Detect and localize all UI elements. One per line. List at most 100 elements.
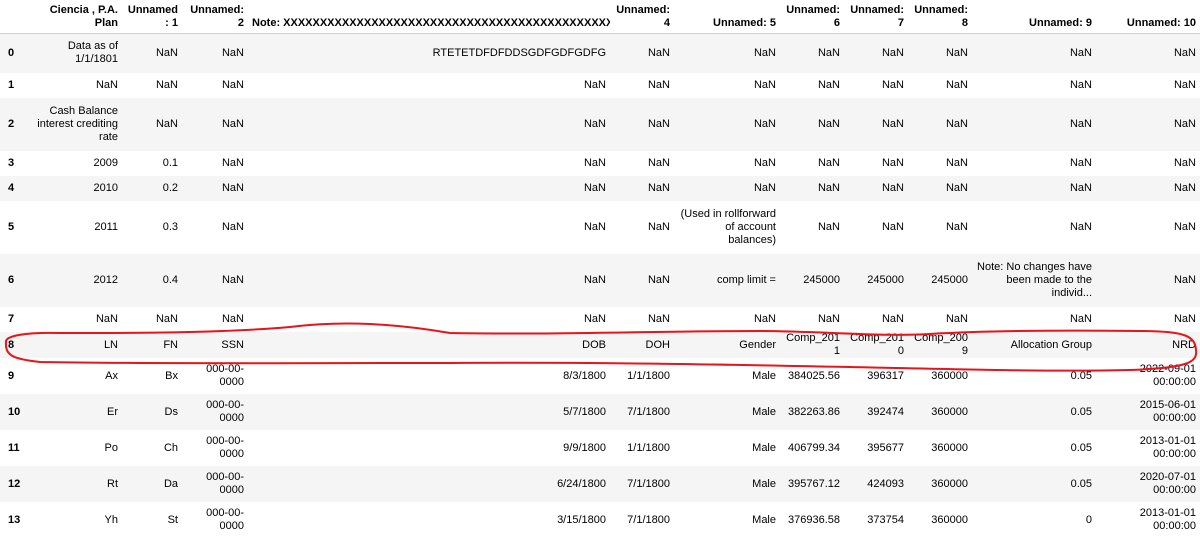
table-cell: Rt: [107, 477, 118, 490]
table-cell: 0.3: [162, 221, 178, 233]
table-cell: Allocation Group: [1010, 338, 1092, 351]
table-cell: 2013-01-01 00:00:00: [1139, 507, 1196, 532]
table-cell: 000-00-0000: [206, 471, 244, 496]
table-cell: 3/15/1800: [557, 513, 606, 526]
table-cell: DOB: [582, 338, 606, 351]
table-cell: 2020-07-01 00:00:00: [1139, 471, 1196, 496]
table-cell: 0.4: [162, 274, 178, 286]
table-cell: NaN: [945, 157, 968, 169]
table-cell: NaN: [881, 79, 904, 91]
table-cell: 245000: [867, 274, 904, 286]
table-cell: NaN: [1069, 118, 1092, 130]
table-cell: NaN: [155, 79, 178, 91]
table-cell: 7/1/1800: [627, 477, 670, 490]
table-cell: NaN: [881, 118, 904, 130]
table-cell: NaN: [753, 118, 776, 130]
table-cell: comp limit =: [717, 274, 776, 286]
table-cell: DOH: [645, 338, 670, 351]
table-cell: Comp_2011: [786, 332, 840, 357]
table-cell: NaN: [1173, 46, 1196, 59]
table-cell: NaN: [1173, 157, 1196, 169]
row-index: 7: [8, 313, 15, 325]
table-cell: 360000: [931, 405, 968, 418]
table-cell: NaN: [221, 274, 244, 286]
table-cell: NaN: [945, 118, 968, 130]
table-row: 9 Ax Bx 000-00-0000 8/3/1800 1/1/1800 Male 3840…: [0, 358, 1200, 394]
table-cell: NaN: [95, 313, 118, 325]
table-cell: 360000: [931, 369, 968, 382]
column-header: Unnamed: 1: [122, 0, 182, 34]
table-cell: NaN: [221, 221, 244, 233]
table-cell: NaN: [1069, 157, 1092, 169]
table-cell: NaN: [647, 221, 670, 233]
table-cell: NaN: [583, 118, 606, 130]
table-cell: Cash Balance interest crediting rate: [37, 105, 118, 143]
table-cell: Male: [752, 513, 776, 526]
table-cell: NaN: [95, 79, 118, 91]
column-header: Unnamed: 10: [1096, 0, 1200, 34]
table-cell: SSN: [221, 338, 244, 351]
table-cell: NaN: [1173, 274, 1196, 286]
table-cell: NaN: [647, 157, 670, 169]
table-cell: Ds: [164, 405, 178, 418]
row-index: 11: [8, 441, 20, 454]
table-cell: 0.2: [162, 182, 178, 194]
table-cell: 1/1/1800: [627, 441, 670, 454]
table-cell: Comp_2010: [850, 332, 904, 357]
header-row: Ciencia , P.A. Plan Unnamed: 1 Unnamed: 2N…: [0, 0, 1200, 34]
table-cell: 396317: [867, 369, 904, 382]
table-body: 0 Data as of 1/1/1801 NaN NaN RTETETDFDFDDSG…: [0, 33, 1200, 538]
column-header: Ciencia , P.A. Plan: [32, 0, 122, 34]
table-cell: NaN: [221, 157, 244, 169]
table-cell: Da: [163, 477, 178, 490]
table-cell: 0.05: [1070, 369, 1092, 382]
table-row: 13 Yh St 000-00-0000 3/15/1800 7/1/1800 Male 37…: [0, 502, 1200, 538]
table-cell: NaN: [583, 157, 606, 169]
table-cell: 245000: [803, 274, 840, 286]
row-index: 6: [8, 274, 15, 286]
table-cell: 360000: [931, 441, 968, 454]
row-index: 5: [8, 221, 15, 233]
table-cell: NaN: [817, 79, 840, 91]
table-cell: NaN: [155, 313, 178, 325]
table-cell: Po: [104, 441, 118, 454]
column-header: Unnamed: 9: [972, 0, 1096, 34]
table-cell: FN: [163, 338, 178, 351]
table-cell: 392474: [867, 405, 904, 418]
table-cell: NaN: [1069, 182, 1092, 194]
table-cell: NaN: [1173, 221, 1196, 233]
table-cell: NaN: [1173, 118, 1196, 130]
table-row: 6 2012 0.4 NaN NaN NaN comp limit = 245000 24500…: [0, 254, 1200, 307]
table-cell: NaN: [817, 221, 840, 233]
table-cell: NaN: [881, 157, 904, 169]
table-cell: 2011: [94, 221, 118, 233]
table-cell: 0.05: [1070, 477, 1092, 490]
table-cell: 360000: [931, 513, 968, 526]
column-header: Unnamed: 5: [674, 0, 780, 34]
table-cell: NaN: [583, 79, 606, 91]
table-cell: Comp_2009: [914, 332, 968, 357]
dataframe-table: Ciencia , P.A. Plan Unnamed: 1 Unnamed: 2N…: [0, 0, 1200, 538]
table-row: 1 NaN NaN NaN NaN NaN NaN NaN NaN NaN NaN NaN: [0, 73, 1200, 98]
table-cell: NaN: [647, 182, 670, 194]
table-cell: 0.05: [1070, 441, 1092, 454]
row-index: 4: [8, 182, 15, 194]
table-cell: NaN: [817, 118, 840, 130]
table-cell: NaN: [647, 46, 670, 59]
table-cell: NaN: [817, 46, 840, 59]
table-cell: NaN: [1173, 313, 1196, 325]
table-cell: 384025.56: [788, 369, 840, 382]
table-cell: NaN: [221, 46, 244, 59]
table-cell: NaN: [881, 221, 904, 233]
table-cell: 000-00-0000: [206, 507, 244, 532]
table-cell: NaN: [817, 182, 840, 194]
table-cell: (Used in rollforward of account balances…: [680, 208, 776, 246]
table-cell: NaN: [817, 313, 840, 325]
table-cell: NaN: [945, 313, 968, 325]
row-index: 3: [8, 157, 15, 169]
table-cell: 376936.58: [788, 513, 840, 526]
table-cell: 2022-09-01 00:00:00: [1139, 363, 1196, 388]
row-index: 13: [8, 513, 21, 526]
table-cell: Er: [107, 405, 118, 418]
table-row: 3 2009 0.1 NaN NaN NaN NaN NaN NaN NaN NaN NaN: [0, 151, 1200, 176]
